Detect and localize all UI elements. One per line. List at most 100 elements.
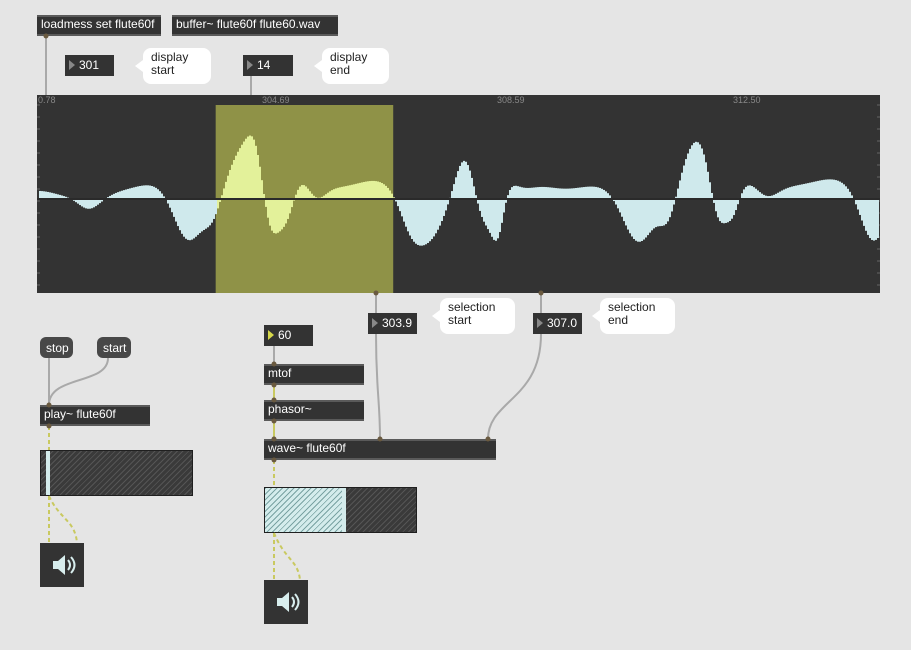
waveform-sample	[567, 188, 569, 199]
waveform-sample	[467, 165, 469, 199]
waveform-sample	[213, 199, 215, 219]
waveform-sample	[663, 199, 665, 226]
display-start-number[interactable]: 301	[65, 55, 114, 76]
waveform-sample	[245, 138, 247, 199]
mtof-object[interactable]: mtof	[264, 364, 364, 385]
waveform-sample	[141, 185, 143, 199]
waveform-sample	[357, 183, 359, 199]
waveform-sample	[703, 154, 705, 199]
waveform-sample	[93, 199, 95, 208]
selection-start-number[interactable]: 303.9	[368, 313, 417, 334]
waveform-sample	[579, 187, 581, 199]
phasor-object[interactable]: phasor~	[264, 400, 364, 421]
waveform-sample	[83, 199, 85, 208]
waveform-sample	[459, 165, 461, 199]
display-end-number[interactable]: 14	[243, 55, 293, 76]
play-object[interactable]: play~ flute60f	[40, 405, 150, 426]
waveform-sample	[553, 187, 555, 199]
waveform-sample	[237, 151, 239, 199]
waveform-sample	[255, 145, 257, 199]
waveform-sample	[253, 139, 255, 199]
waveform-sample	[43, 191, 45, 199]
buffer-object[interactable]: buffer~ flute60f flute60.wav	[172, 15, 338, 36]
waveform-sample	[699, 144, 701, 199]
waveform-sample	[303, 185, 305, 199]
waveform-sample	[307, 188, 309, 199]
cord	[375, 333, 381, 440]
stop-message[interactable]: stop	[40, 337, 73, 358]
waveform-sample	[91, 199, 93, 209]
waveform-sample	[373, 180, 375, 199]
waveform-sample	[833, 179, 835, 199]
waveform-sample	[727, 199, 729, 223]
selection-end-number[interactable]: 307.0	[533, 313, 582, 334]
waveform-sample	[409, 199, 411, 236]
waveform-sample	[751, 186, 753, 199]
comment-line: start	[448, 313, 472, 327]
waveform-sample	[405, 199, 407, 227]
cord	[48, 357, 109, 406]
waveform-sample	[443, 199, 445, 216]
waveform-sample	[173, 199, 175, 217]
waveform-sample	[525, 187, 527, 199]
waveform-sample	[787, 187, 789, 199]
waveform-sample	[41, 191, 43, 199]
dac-right[interactable]	[264, 580, 308, 624]
waveform-sample	[559, 188, 561, 199]
waveform-sample	[783, 189, 785, 199]
ruler-label: 304.69	[262, 95, 290, 105]
waveform-sample	[175, 199, 177, 222]
waveform-sample	[677, 188, 679, 199]
waveform-sample	[341, 186, 343, 199]
waveform-sample	[121, 190, 123, 199]
waveform-sample	[597, 187, 599, 199]
waveform-sample	[473, 186, 475, 199]
waveform-sample	[701, 148, 703, 199]
waveform-sample	[817, 180, 819, 199]
comment-line: selection	[608, 300, 656, 314]
waveform-sample	[705, 162, 707, 199]
waveform-sample	[571, 188, 573, 199]
waveform-sample	[151, 186, 153, 199]
waveform-sample	[819, 180, 821, 199]
waveform-sample	[483, 199, 485, 222]
number-arrow-icon	[69, 60, 75, 70]
start-message[interactable]: start	[97, 337, 131, 358]
waveform-sample	[429, 199, 431, 242]
waveform-sample	[431, 199, 433, 240]
loadmess-object[interactable]: loadmess set flute60f	[37, 15, 161, 36]
waveform-sample	[333, 189, 335, 199]
waveform-sample	[229, 169, 231, 199]
waveform-sample	[619, 199, 621, 213]
waveform-sample	[89, 199, 91, 209]
pitch-number[interactable]: 60	[264, 325, 313, 346]
waveform-display[interactable]	[37, 95, 880, 293]
waveform-sample	[601, 188, 603, 199]
waveform-sample	[655, 199, 657, 228]
waveform-sample	[681, 172, 683, 199]
loadmess-label: loadmess set flute60f	[41, 17, 155, 31]
phasor-label: phasor~	[268, 402, 312, 416]
waveform-sample	[599, 187, 601, 199]
ruler-label: 312.50	[733, 95, 761, 105]
wave-object[interactable]: wave~ flute60f	[264, 439, 496, 460]
waveform-sample	[181, 199, 183, 234]
waveform-sample	[815, 181, 817, 199]
waveform-sample	[209, 199, 211, 226]
waveform-sample	[795, 185, 797, 199]
waveform-sample	[657, 199, 659, 227]
waveform-sample	[729, 199, 731, 222]
dac-left[interactable]	[40, 543, 84, 587]
waveform-sample	[709, 182, 711, 199]
waveform-sample	[203, 199, 205, 230]
waveform-sample	[547, 187, 549, 199]
waveform-sample	[849, 191, 851, 199]
waveform-sample	[433, 199, 435, 237]
waveform-sample	[495, 199, 497, 241]
waveform-sample	[385, 185, 387, 199]
selection-end-comment: selection end	[592, 298, 675, 334]
waveform-sample	[309, 191, 311, 199]
waveform-sample	[363, 181, 365, 199]
waveform-sample	[743, 189, 745, 199]
waveform-sample	[215, 199, 217, 215]
